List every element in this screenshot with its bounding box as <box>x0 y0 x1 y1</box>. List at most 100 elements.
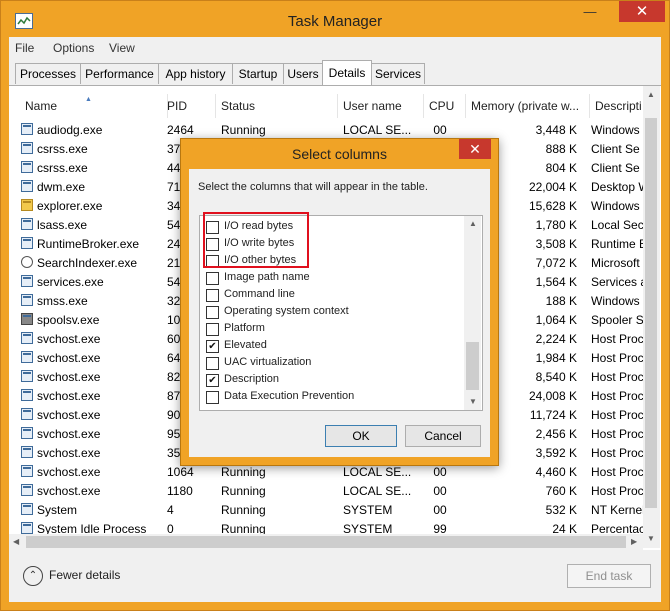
column-header-pid[interactable]: PID <box>159 94 216 118</box>
menu-view[interactable]: View <box>109 41 135 55</box>
column-header-cpu[interactable]: CPU <box>423 94 466 118</box>
app-icon <box>21 180 33 192</box>
tab-details[interactable]: Details <box>322 60 372 85</box>
search-icon <box>21 256 33 268</box>
cancel-button[interactable]: Cancel <box>405 425 481 447</box>
column-checkbox[interactable] <box>206 323 219 336</box>
cell-cpu: 00 <box>433 503 447 517</box>
cell-name: System <box>37 503 78 517</box>
column-option[interactable]: Operating system context <box>206 304 456 321</box>
chevron-up-icon[interactable]: ⌃ <box>23 566 43 586</box>
scroll-up-arrow-icon[interactable]: ▲ <box>647 90 655 99</box>
list-scroll-down-icon[interactable]: ▼ <box>469 397 477 406</box>
scroll-down-arrow-icon[interactable]: ▼ <box>647 534 655 543</box>
app-icon <box>21 370 33 382</box>
scroll-left-arrow-icon[interactable]: ◀ <box>13 537 19 546</box>
column-option[interactable]: Image path name <box>206 270 456 287</box>
column-option[interactable]: ✔ Elevated <box>206 338 456 355</box>
vertical-scrollbar[interactable]: ▲ ▼ <box>643 86 660 548</box>
app-icon <box>21 294 33 306</box>
end-task-button[interactable]: End task <box>567 564 651 588</box>
cell-name: svchost.exe <box>37 351 101 365</box>
table-row[interactable]: svchost.exe 1180 Running LOCAL SE... 00 760 K… <box>9 481 643 500</box>
tab-strip: Processes Performance App history Startu… <box>9 59 661 86</box>
table-row[interactable]: audiodg.exe 2464 Running LOCAL SE... 00 3,448… <box>9 120 643 139</box>
tab-processes[interactable]: Processes <box>15 63 81 84</box>
cell-user: LOCAL SE... <box>343 484 412 498</box>
column-option-label: Operating system context <box>224 305 349 317</box>
column-header-description[interactable]: Descripti <box>589 94 649 118</box>
column-checkbox[interactable] <box>206 357 219 370</box>
tab-startup[interactable]: Startup <box>232 63 284 84</box>
column-checkbox[interactable] <box>206 391 219 404</box>
table-row[interactable]: System 4 Running SYSTEM 00 532 K NT Kernel <box>9 500 643 519</box>
column-checkbox[interactable] <box>206 272 219 285</box>
column-checkbox[interactable] <box>206 289 219 302</box>
column-checkbox[interactable]: ✔ <box>206 374 219 387</box>
app-icon <box>21 503 33 515</box>
column-option[interactable]: ✔ Description <box>206 372 456 389</box>
dialog-close-button[interactable]: ✕ <box>459 139 491 159</box>
column-option-label: UAC virtualization <box>224 356 312 368</box>
app-icon <box>21 351 33 363</box>
cell-name: dwm.exe <box>37 180 86 194</box>
menu-file[interactable]: File <box>15 41 34 55</box>
listbox-scrollbar[interactable]: ▲ ▼ <box>464 216 481 410</box>
app-icon <box>21 275 33 287</box>
column-header-memory[interactable]: Memory (private w... <box>465 94 590 118</box>
column-option[interactable]: UAC virtualization <box>206 355 456 372</box>
horizontal-scrollbar[interactable]: ◀ ▶ <box>9 534 643 550</box>
minimize-icon[interactable]: — <box>577 1 603 22</box>
menu-bar: File Options View <box>9 37 661 59</box>
horizontal-scroll-thumb[interactable] <box>26 536 626 548</box>
app-icon <box>21 484 33 496</box>
close-window-button[interactable]: ✕ <box>619 1 665 22</box>
app-icon <box>21 142 33 154</box>
vertical-scroll-thumb[interactable] <box>645 118 657 508</box>
column-option-label: Description <box>224 373 280 385</box>
cell-description: Local Secu <box>591 218 643 232</box>
app-icon <box>21 218 33 230</box>
column-option[interactable]: Platform <box>206 321 456 338</box>
app-icon <box>21 522 33 534</box>
tab-users[interactable]: Users <box>283 63 323 84</box>
cell-description: Host Proc <box>591 408 643 422</box>
cell-name: smss.exe <box>37 294 88 308</box>
cell-description: Host Proc <box>591 427 643 441</box>
column-checkbox[interactable]: ✔ <box>206 340 219 353</box>
list-scroll-up-icon[interactable]: ▲ <box>469 219 477 228</box>
cell-description: Windows <box>591 123 640 137</box>
cell-memory: 4,460 K <box>535 465 577 479</box>
tab-performance[interactable]: Performance <box>80 63 159 84</box>
menu-options[interactable]: Options <box>53 41 94 55</box>
listbox-scroll-thumb[interactable] <box>466 342 479 390</box>
cell-name: lsass.exe <box>37 218 88 232</box>
cell-description: Client Se <box>591 142 640 156</box>
cell-description: NT Kernel <box>591 503 643 517</box>
cell-name: spoolsv.exe <box>37 313 100 327</box>
cell-name: svchost.exe <box>37 484 101 498</box>
app-icon <box>21 161 33 173</box>
cell-name: csrss.exe <box>37 142 88 156</box>
fewer-details-link[interactable]: Fewer details <box>49 568 120 582</box>
cell-description: Desktop W <box>591 180 643 194</box>
column-header-status[interactable]: Status <box>215 94 338 118</box>
cell-description: Host Proc <box>591 351 643 365</box>
ok-button[interactable]: OK <box>325 425 397 447</box>
scroll-right-arrow-icon[interactable]: ▶ <box>631 537 637 546</box>
tab-services[interactable]: Services <box>371 63 425 84</box>
cell-description: Client Se <box>591 161 640 175</box>
cell-description: Spooler Se <box>591 313 643 327</box>
column-checkbox[interactable] <box>206 306 219 319</box>
column-header-name[interactable]: Name <box>17 94 168 118</box>
cell-description: Host Proc <box>591 370 643 384</box>
app-icon <box>21 237 33 249</box>
cell-name: SearchIndexer.exe <box>37 256 138 270</box>
cell-status: Running <box>221 465 266 479</box>
tab-app-history[interactable]: App history <box>158 63 233 84</box>
cell-cpu: 00 <box>433 123 447 137</box>
column-header-user-name[interactable]: User name <box>337 94 424 118</box>
column-option[interactable]: Data Execution Prevention <box>206 389 456 406</box>
cell-pid: 1064 <box>167 465 194 479</box>
column-option[interactable]: Command line <box>206 287 456 304</box>
